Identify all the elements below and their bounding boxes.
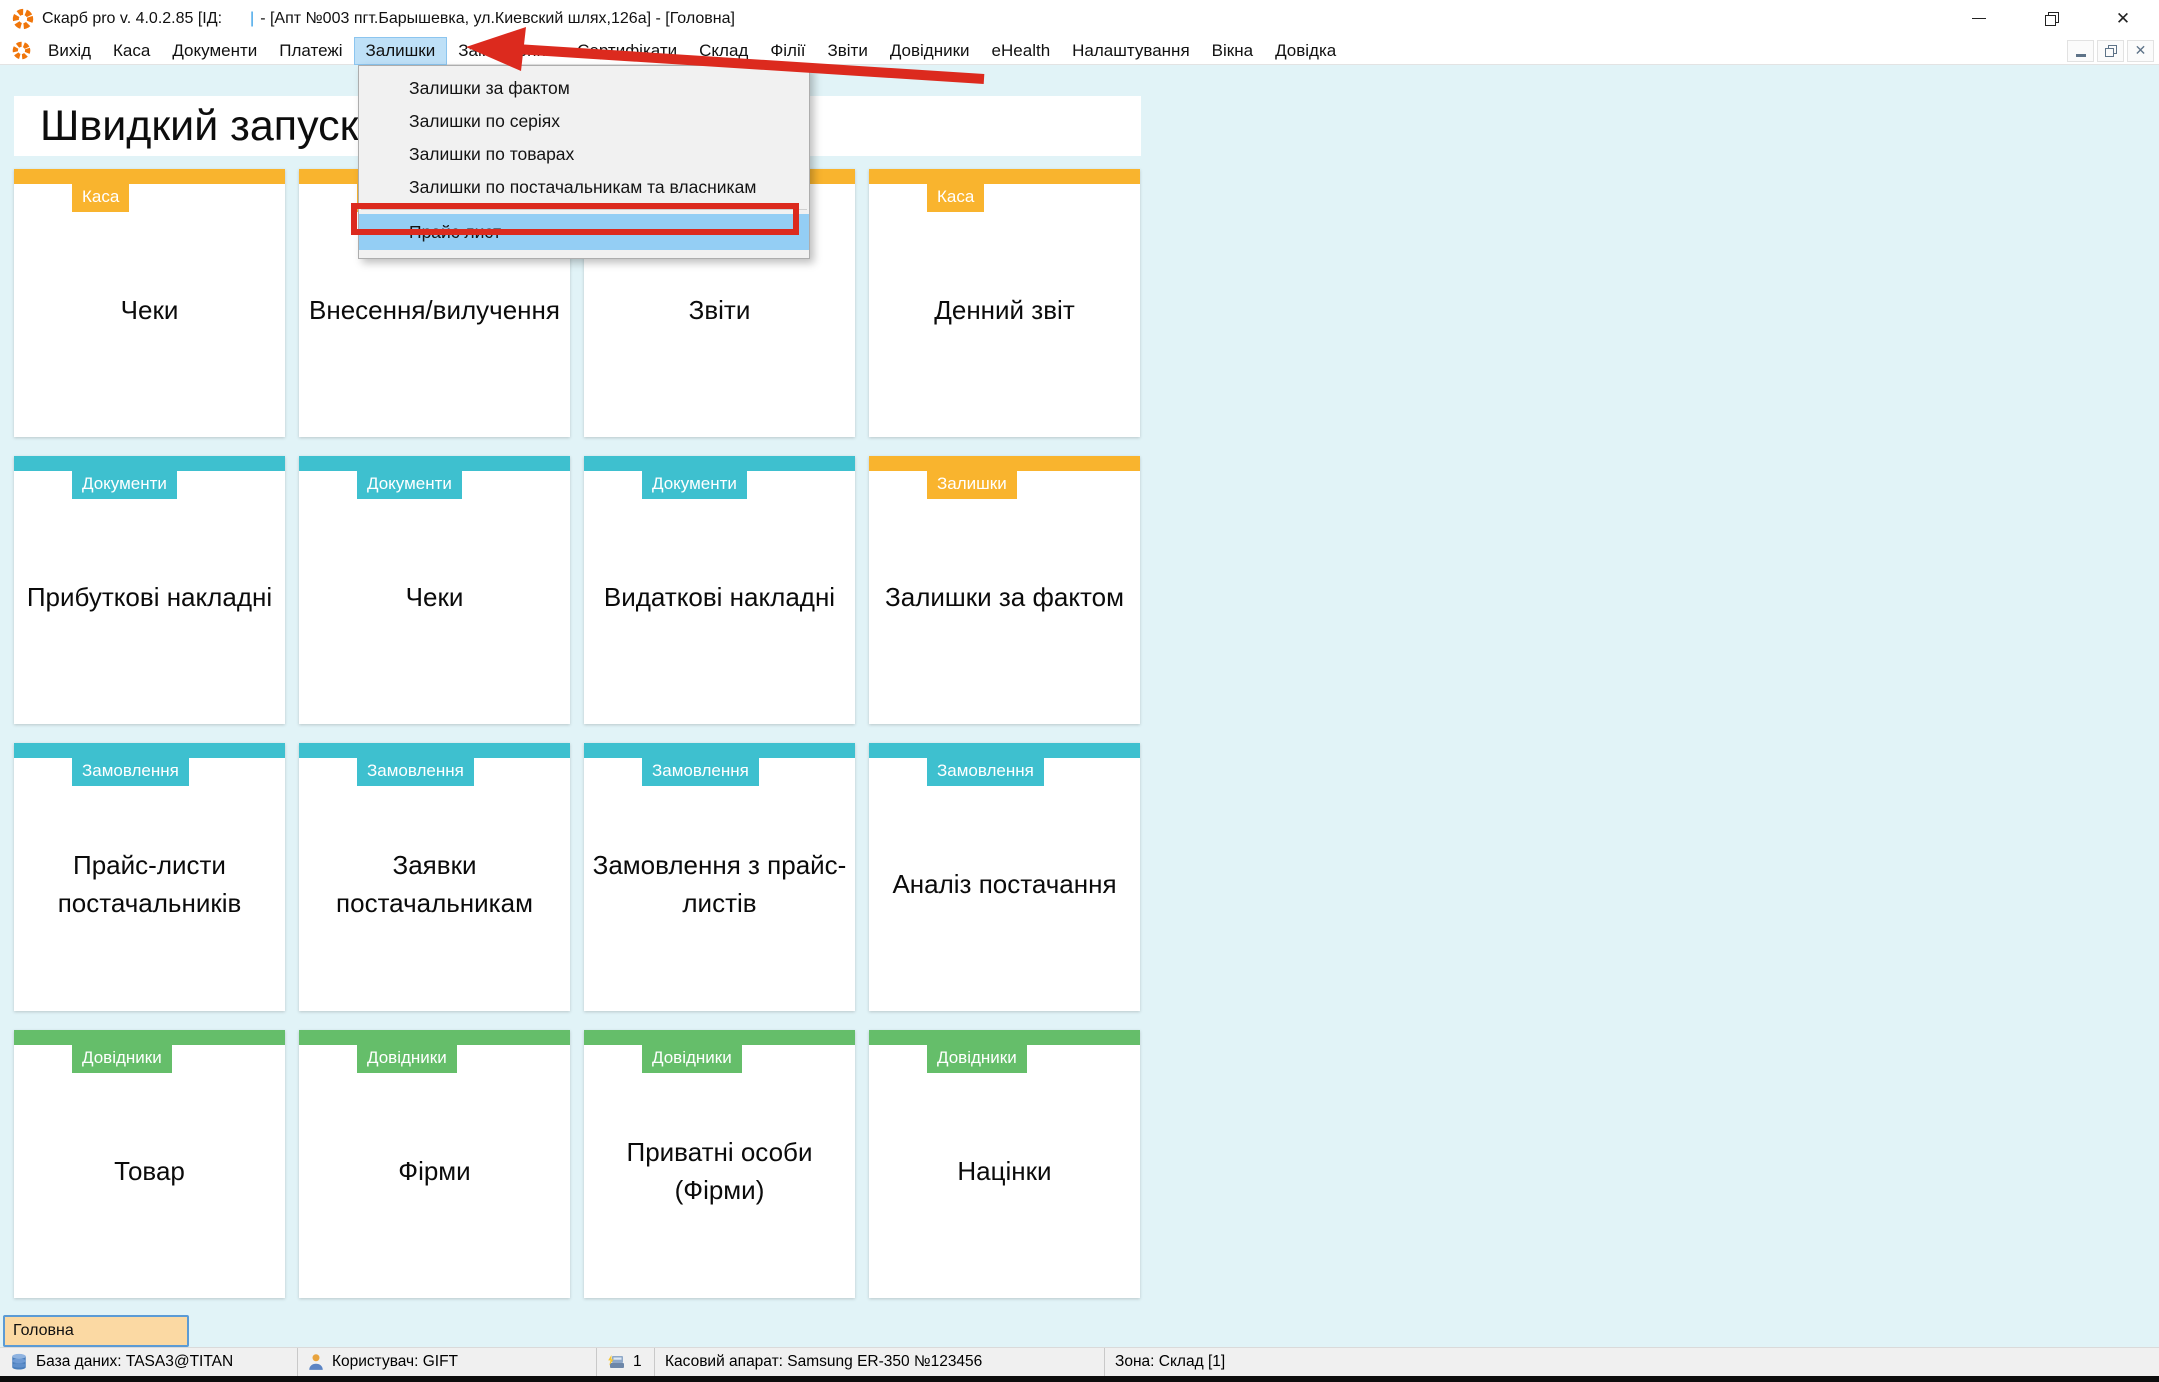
close-button[interactable]: ✕ bbox=[2087, 0, 2159, 37]
tile-label: Залишки за фактом bbox=[869, 471, 1140, 724]
tile-prais-lysty-postachalnykiv[interactable]: Замовлення Прайс-листи постачальників bbox=[14, 743, 285, 1011]
tile-label: Аналіз постачання bbox=[869, 758, 1140, 1011]
tile-color-bar bbox=[869, 169, 1140, 184]
page-title: Швидкий запуск bbox=[40, 102, 358, 151]
mdi-minimize-button[interactable] bbox=[2067, 40, 2094, 62]
tile-dennyi-zvit[interactable]: Каса Денний звіт bbox=[869, 169, 1140, 437]
tile-color-bar bbox=[869, 743, 1140, 758]
bottom-edge-strip bbox=[0, 1376, 2159, 1382]
cash-register-icon bbox=[607, 1354, 625, 1370]
menu-item-dovidka[interactable]: Довідка bbox=[1264, 37, 1347, 65]
tile-zamovlennia-z-prais-lystiv[interactable]: Замовлення Замовлення з прайс-листів bbox=[584, 743, 855, 1011]
status-register-count: 1 bbox=[597, 1348, 655, 1376]
status-database: База даних: TASA3@TITAN bbox=[0, 1348, 298, 1376]
tile-label: Прайс-листи постачальників bbox=[14, 758, 285, 1011]
tile-color-bar bbox=[584, 1030, 855, 1045]
tile-analiz-postachannia[interactable]: Замовлення Аналіз постачання bbox=[869, 743, 1140, 1011]
tab-label: Головна bbox=[13, 1322, 74, 1340]
menu-item-filii[interactable]: Філії bbox=[759, 37, 816, 65]
tile-label: Заявки постачальникам bbox=[299, 758, 570, 1011]
tile-color-bar bbox=[14, 169, 285, 184]
mdi-close-icon: ✕ bbox=[2135, 42, 2147, 59]
mdi-restore-button[interactable] bbox=[2097, 40, 2124, 62]
user-icon bbox=[308, 1353, 324, 1371]
tile-label: Видаткові накладні bbox=[584, 471, 855, 724]
status-zone: Зона: Склад [1] bbox=[1105, 1348, 1235, 1376]
status-user: Користувач: GIFT bbox=[298, 1348, 597, 1376]
menu-item-sertyfikaty[interactable]: Сертифікати bbox=[566, 37, 688, 65]
tile-label: Націнки bbox=[869, 1045, 1140, 1298]
menu-item-vikna[interactable]: Вікна bbox=[1201, 37, 1264, 65]
tab-holovna[interactable]: Головна bbox=[3, 1315, 189, 1347]
tile-natsinky[interactable]: Довідники Націнки bbox=[869, 1030, 1140, 1298]
app-logo-icon bbox=[12, 8, 34, 30]
tile-color-bar bbox=[14, 456, 285, 471]
zalyshky-dropdown-menu: Залишки за фактом Залишки по серіях Зали… bbox=[358, 65, 810, 259]
dropdown-item-zalyshky-po-tovarakh[interactable]: Залишки по товарах bbox=[359, 138, 809, 171]
menu-item-dokumenty[interactable]: Документи bbox=[161, 37, 268, 65]
menu-bar: Вихід Каса Документи Платежі Залишки Зам… bbox=[0, 37, 2159, 65]
menu-item-zalyshky[interactable]: Залишки bbox=[354, 37, 448, 65]
menu-item-vykhid[interactable]: Вихід bbox=[37, 37, 102, 65]
tile-color-bar bbox=[299, 1030, 570, 1045]
restore-icon bbox=[2045, 12, 2058, 25]
tile-color-bar bbox=[299, 743, 570, 758]
menu-items: Вихід Каса Документи Платежі Залишки Зам… bbox=[37, 37, 1347, 65]
restore-button[interactable] bbox=[2015, 0, 2087, 37]
window-controls: ✕ bbox=[1943, 0, 2159, 37]
database-icon bbox=[10, 1353, 28, 1371]
mdi-restore-icon bbox=[2105, 45, 2116, 56]
tile-label: Фірми bbox=[299, 1045, 570, 1298]
tile-zalyshky-za-faktom[interactable]: Залишки Залишки за фактом bbox=[869, 456, 1140, 724]
tile-label: Прибуткові накладні bbox=[14, 471, 285, 724]
minimize-button[interactable] bbox=[1943, 0, 2015, 37]
tile-color-bar bbox=[584, 456, 855, 471]
quick-launch-grid: Каса Чеки Каса Внесення/вилучення Каса З… bbox=[14, 169, 1141, 1298]
redaction-pipe: | bbox=[222, 10, 260, 27]
tile-color-bar bbox=[584, 743, 855, 758]
tile-label: Чеки bbox=[299, 471, 570, 724]
status-cash-register: Касовий апарат: Samsung ER-350 №123456 bbox=[655, 1348, 1105, 1376]
mdi-close-button[interactable]: ✕ bbox=[2127, 40, 2154, 62]
tile-label: Денний звіт bbox=[869, 184, 1140, 437]
mdi-minimize-icon bbox=[2076, 54, 2086, 57]
menu-item-zvity[interactable]: Звіти bbox=[816, 37, 878, 65]
tile-prybutkovi-nakladni[interactable]: Документи Прибуткові накладні bbox=[14, 456, 285, 724]
tile-label: Чеки bbox=[14, 184, 285, 437]
menu-item-ehealth[interactable]: eHealth bbox=[981, 37, 1062, 65]
title-bar: Скарб pro v. 4.0.2.85 [ІД:|- [Апт №003 п… bbox=[0, 0, 2159, 37]
tile-tovar[interactable]: Довідники Товар bbox=[14, 1030, 285, 1298]
tile-zaiavky-postachalnykam[interactable]: Замовлення Заявки постачальникам bbox=[299, 743, 570, 1011]
tile-color-bar bbox=[299, 456, 570, 471]
tile-cheky-dokumenty[interactable]: Документи Чеки bbox=[299, 456, 570, 724]
dropdown-item-zalyshky-za-faktom[interactable]: Залишки за фактом bbox=[359, 72, 809, 105]
tile-color-bar bbox=[14, 743, 285, 758]
tile-label: Замовлення з прайс-листів bbox=[584, 758, 855, 1011]
mdi-child-icon bbox=[12, 41, 31, 60]
dropdown-item-zalyshky-po-seriiakh[interactable]: Залишки по серіях bbox=[359, 105, 809, 138]
tile-color-bar bbox=[869, 1030, 1140, 1045]
menu-item-zamovlennia[interactable]: Замовлення bbox=[447, 37, 566, 65]
menu-item-dovidnyky[interactable]: Довідники bbox=[879, 37, 981, 65]
menu-item-kasa[interactable]: Каса bbox=[102, 37, 161, 65]
menu-item-nalashtuvannia[interactable]: Налаштування bbox=[1061, 37, 1201, 65]
dropdown-item-prais-lyst[interactable]: Прайс лист bbox=[359, 214, 809, 250]
tile-firmy[interactable]: Довідники Фірми bbox=[299, 1030, 570, 1298]
dropdown-separator bbox=[361, 209, 807, 210]
tile-label: Приватні особи (Фірми) bbox=[584, 1045, 855, 1298]
menu-item-platezhi[interactable]: Платежі bbox=[268, 37, 353, 65]
close-icon: ✕ bbox=[2116, 9, 2130, 29]
window-title: Скарб pro v. 4.0.2.85 [ІД:|- [Апт №003 п… bbox=[42, 10, 735, 28]
mdi-window-controls: ✕ bbox=[2067, 40, 2154, 62]
dropdown-item-zalyshky-po-postachalnykam[interactable]: Залишки по постачальникам та власникам bbox=[359, 171, 809, 204]
menu-item-sklad[interactable]: Склад bbox=[688, 37, 759, 65]
minimize-icon bbox=[1972, 18, 1986, 20]
tile-color-bar bbox=[869, 456, 1140, 471]
tile-cheky-kasa[interactable]: Каса Чеки bbox=[14, 169, 285, 437]
status-bar: База даних: TASA3@TITAN Користувач: GIFT… bbox=[0, 1347, 2159, 1376]
tile-pryvatni-osoby[interactable]: Довідники Приватні особи (Фірми) bbox=[584, 1030, 855, 1298]
tile-label: Товар bbox=[14, 1045, 285, 1298]
tile-color-bar bbox=[14, 1030, 285, 1045]
tile-vydatkovi-nakladni[interactable]: Документи Видаткові накладні bbox=[584, 456, 855, 724]
